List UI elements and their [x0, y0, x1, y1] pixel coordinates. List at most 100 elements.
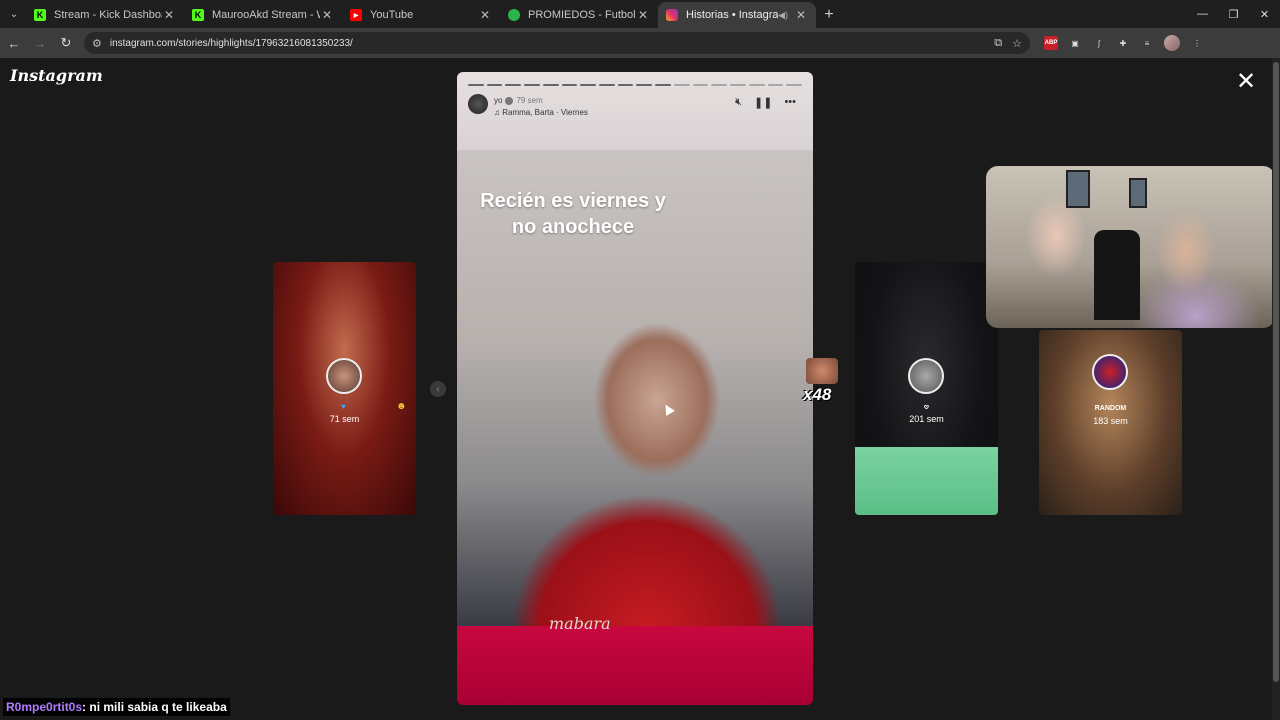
tab-kick-dashboard[interactable]: K Stream - Kick Dashboard ✕ — [26, 2, 184, 28]
progress-segment — [711, 84, 728, 86]
verified-icon — [505, 96, 514, 105]
progress-segment — [486, 84, 503, 86]
back-icon[interactable]: ← — [2, 31, 26, 55]
progress-segment — [655, 84, 671, 86]
extension-icon[interactable]: ∫ — [1092, 36, 1106, 50]
tab-kick-stream[interactable]: K MaurooAkd Stream - Watch Live ✕ — [184, 2, 342, 28]
tab-title: Stream - Kick Dashboard — [54, 9, 162, 21]
install-app-icon[interactable]: ⧉ — [994, 37, 1002, 50]
progress-segment — [561, 84, 578, 86]
close-icon[interactable]: ✕ — [320, 8, 334, 22]
progress-segment — [748, 84, 765, 86]
browser-tab-bar: ⌄ K Stream - Kick Dashboard ✕ K MaurooAk… — [0, 0, 1280, 28]
preview-name: 𖹭 — [924, 404, 929, 411]
caption-line-2: no anochece — [511, 216, 635, 238]
url-text: instagram.com/stories/highlights/1796321… — [109, 37, 353, 49]
wall-poster — [1066, 170, 1090, 208]
music-label: Ramma, Barta · Viernes — [502, 108, 588, 117]
more-options-icon[interactable]: ••• — [784, 96, 796, 109]
tab-promiedos[interactable]: PROMIEDOS - Futbol Argentino ✕ — [500, 2, 658, 28]
tab-youtube[interactable]: ▶ YouTube ✕ — [342, 2, 500, 28]
caption-line-1: Recién es viernes y — [480, 190, 666, 212]
webcam-overlay — [986, 166, 1275, 328]
close-stories-button[interactable]: ✕ — [1234, 70, 1258, 94]
speaker-icon[interactable]: ◀) — [778, 10, 788, 21]
story-bottom-band — [457, 626, 813, 705]
site-info-icon[interactable]: ⚙ — [92, 37, 102, 50]
story-controls: 🔇︎ ❚❚ ••• — [735, 96, 796, 109]
new-tab-button[interactable]: + — [816, 2, 842, 28]
avatar — [1092, 354, 1128, 390]
address-bar[interactable]: ⚙ instagram.com/stories/highlights/17963… — [84, 32, 1030, 54]
puzzle-icon[interactable]: ✚ — [1116, 36, 1130, 50]
story-preview-cat[interactable]: 𖹭 201 sem — [855, 262, 998, 515]
close-window-icon[interactable]: ✕ — [1249, 0, 1280, 28]
progress-segment — [692, 84, 709, 86]
window-controls: — ❐ ✕ — [1187, 0, 1280, 28]
close-icon[interactable]: ✕ — [162, 8, 176, 22]
story-preview-left[interactable]: ♥ ☻ 71 sem — [273, 262, 416, 515]
tab-title: YouTube — [370, 9, 414, 21]
kick-icon: K — [192, 9, 204, 21]
progress-segment — [617, 84, 634, 86]
media-control-icon[interactable]: ≡ — [1140, 36, 1154, 50]
forward-icon[interactable]: → — [28, 31, 52, 55]
close-icon[interactable]: ✕ — [794, 8, 808, 22]
restore-icon[interactable]: ❐ — [1218, 0, 1249, 28]
chat-message-overlay: R0mpe0rtit0s: ni mili sabia q te likeaba — [3, 698, 230, 716]
previous-story-icon[interactable]: ‹ — [430, 381, 446, 397]
menu-icon[interactable]: ⋮ — [1190, 36, 1204, 50]
story-user-line: yo 79 sem — [494, 96, 543, 105]
extension-icon[interactable]: ▣ — [1068, 36, 1082, 50]
blanket-area — [855, 447, 998, 515]
tab-title: MaurooAkd Stream - Watch Live — [212, 9, 320, 21]
progress-segment — [505, 84, 522, 86]
instagram-stories-page: Instagram ✕ ♥ ☻ 71 sem ‹ yo 79 sem ♫ Ramm… — [0, 58, 1280, 720]
bookmark-star-icon[interactable]: ☆ — [1012, 37, 1022, 50]
story-preview-random[interactable]: RANDOM 183 sem — [1039, 330, 1182, 515]
story-caption: Recién es viernes y no anochece — [457, 188, 689, 240]
instagram-icon — [666, 9, 678, 21]
heart-icon: ♥ — [341, 402, 346, 411]
page-scrollbar[interactable] — [1272, 58, 1280, 720]
avatar — [326, 358, 362, 394]
progress-segment — [673, 84, 690, 86]
adblock-icon[interactable]: ABP — [1044, 36, 1058, 50]
preview-time: 201 sem — [909, 414, 944, 424]
scrollbar-thumb[interactable] — [1273, 62, 1279, 682]
tab-title: Historias • Instagram — [686, 9, 779, 21]
instagram-logo[interactable]: Instagram — [10, 66, 103, 85]
tab-title: PROMIEDOS - Futbol Argentino — [528, 9, 636, 21]
story-music[interactable]: ♫ Ramma, Barta · Viernes — [494, 108, 588, 117]
youtube-icon: ▶ — [350, 9, 362, 21]
close-icon[interactable]: ✕ — [636, 8, 650, 22]
main-story[interactable]: yo 79 sem ♫ Ramma, Barta · Viernes 🔇︎ ❚❚ … — [457, 72, 813, 705]
gaming-chair — [1094, 230, 1140, 320]
avatar — [908, 358, 944, 394]
close-icon[interactable]: ✕ — [478, 8, 492, 22]
chat-text: : ni mili sabia q te likeaba — [82, 700, 227, 714]
tab-search-icon[interactable]: ⌄ — [2, 2, 26, 26]
story-time: 79 sem — [516, 96, 543, 105]
preview-time: 183 sem — [1093, 416, 1128, 426]
reload-icon[interactable]: ↻ — [54, 31, 78, 55]
promiedos-icon — [508, 9, 520, 21]
chat-username: R0mpe0rtit0s — [6, 700, 83, 714]
browser-toolbar: ← → ↻ ⚙ instagram.com/stories/highlights… — [0, 28, 1280, 58]
progress-segment — [599, 84, 615, 86]
progress-segment — [468, 84, 484, 86]
progress-segment — [786, 84, 802, 86]
pause-icon[interactable]: ❚❚ — [754, 96, 772, 109]
progress-segment — [767, 84, 784, 86]
tab-instagram[interactable]: Historias • Instagram ◀) ✕ — [658, 2, 816, 28]
progress-segment — [636, 84, 653, 86]
story-progress-bar — [468, 84, 802, 86]
profile-avatar[interactable] — [1164, 35, 1180, 51]
minimize-icon[interactable]: — — [1187, 0, 1218, 28]
avatar[interactable] — [468, 94, 488, 114]
mute-icon[interactable]: 🔇︎ — [735, 96, 742, 109]
shirt-text: mabara — [549, 614, 611, 633]
stream-emote: x48 — [803, 358, 839, 404]
story-header: yo 79 sem ♫ Ramma, Barta · Viernes 🔇︎ ❚❚ … — [468, 94, 802, 120]
story-username[interactable]: yo — [494, 96, 502, 105]
